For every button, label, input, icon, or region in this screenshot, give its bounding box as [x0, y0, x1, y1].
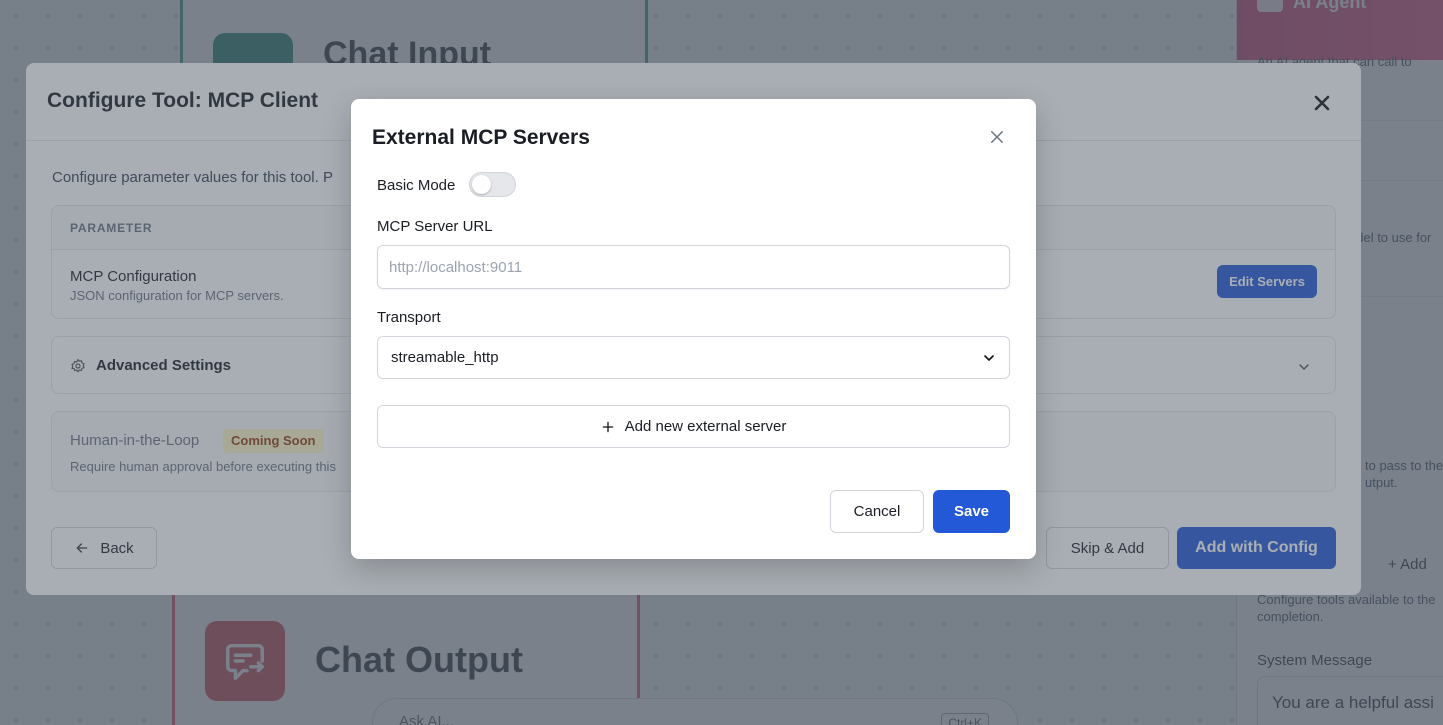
save-button[interactable]: Save [933, 490, 1010, 533]
mcp-server-url-input[interactable] [377, 245, 1010, 289]
plus-icon [602, 421, 613, 432]
chevron-down-icon [984, 355, 994, 361]
close-icon[interactable] [988, 128, 1006, 146]
external-mcp-servers-modal: External MCP Servers Basic Mode MCP Serv… [351, 99, 1036, 559]
transport-select[interactable]: streamable_http [377, 336, 1010, 379]
add-new-external-server-button[interactable]: Add new external server [377, 405, 1010, 448]
transport-label: Transport [377, 309, 441, 326]
basic-mode-label: Basic Mode [377, 177, 456, 194]
add-new-external-server-label: Add new external server [624, 418, 787, 435]
mcp-server-url-label: MCP Server URL [377, 218, 493, 235]
cancel-button[interactable]: Cancel [830, 490, 924, 533]
basic-mode-toggle[interactable] [469, 172, 516, 197]
toggle-knob [472, 175, 491, 194]
transport-selected-value: streamable_http [391, 349, 499, 366]
external-modal-title: External MCP Servers [372, 126, 590, 149]
